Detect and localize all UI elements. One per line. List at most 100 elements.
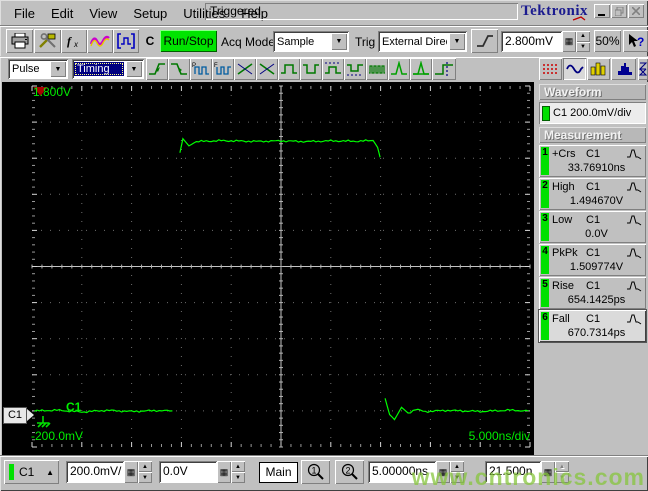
trigger-glitch-pos-button[interactable]: P (190, 58, 212, 80)
trigger-width-pos-button[interactable] (278, 58, 300, 80)
display-xy-button[interactable] (638, 58, 648, 80)
menu-edit[interactable]: Edit (43, 4, 81, 23)
measurement-source: C1 (586, 247, 601, 259)
restore-icon (614, 6, 623, 16)
trigger-spike-neg-button[interactable] (410, 58, 432, 80)
pulse-marker-button[interactable] (113, 29, 139, 53)
trigger-transition-rise-button[interactable] (234, 58, 256, 80)
measurement-name: +Crs (552, 148, 576, 160)
spin-down-icon[interactable]: ▼ (138, 472, 152, 483)
trigger-glitch-neg-button[interactable]: F (212, 58, 234, 80)
measurement-tile[interactable]: 1 +Crs C1 33.76910ns (539, 145, 646, 177)
reference-waveform-button[interactable] (87, 29, 113, 53)
channel-tab-c1[interactable]: C1 (3, 407, 34, 424)
measurement-tile[interactable]: 2 High C1 1.494670V (539, 178, 646, 210)
trigger-spike-pos-button[interactable] (388, 58, 410, 80)
context-help-button[interactable]: ? (623, 30, 648, 52)
trigger-edge-fall-button[interactable] (168, 58, 190, 80)
math-function-button[interactable]: fx (61, 29, 87, 53)
pulse-brackets-icon (117, 33, 135, 49)
vertical-position-spinner[interactable]: ▲ ▼ (231, 461, 245, 483)
measurement-tile[interactable]: 3 Low C1 0.0V (539, 211, 646, 243)
zoom-1-button[interactable]: 1 (301, 460, 330, 484)
measurement-name: High (552, 181, 575, 193)
vertical-position-field[interactable]: 0.0V (159, 461, 217, 483)
menu-setup[interactable]: Setup (125, 4, 175, 23)
spin-up-icon[interactable]: ▲ (138, 461, 152, 472)
waveform-item-label: C1 200.0mV/div (553, 107, 632, 119)
trigger-width-neg-button[interactable] (300, 58, 322, 80)
keypad-button[interactable]: ▦ (541, 461, 555, 483)
keypad-button[interactable]: ▦ (124, 461, 138, 483)
keypad-button[interactable]: ▦ (217, 461, 231, 483)
intensity-mode-icon (590, 62, 605, 76)
minimize-button[interactable] (594, 4, 610, 18)
transition-rise-icon (237, 63, 253, 75)
trigger-type-select[interactable]: Timing ▼ (72, 59, 144, 79)
trigger-class-select[interactable]: Pulse ▼ (8, 59, 68, 79)
delay-field[interactable]: 21.500n (485, 461, 541, 483)
svg-text:1: 1 (311, 466, 316, 476)
spin-down-icon[interactable]: ▼ (555, 472, 569, 483)
width-neg-icon (303, 64, 319, 74)
trigger-slope-button[interactable] (471, 29, 498, 53)
tektronix-logo: Tektronix (521, 3, 589, 21)
timebase-spinner[interactable]: ▲ ▼ (450, 461, 464, 483)
channel-select-button[interactable]: C1 ▲ (4, 460, 59, 484)
spin-down-icon[interactable]: ▼ (231, 472, 245, 483)
print-button[interactable] (6, 29, 33, 53)
magnifier-2-icon: 2 (341, 463, 358, 480)
zoom-2-button[interactable]: 2 (335, 460, 364, 484)
display-intensity-button[interactable] (587, 58, 610, 80)
keypad-button[interactable]: ▦ (562, 31, 576, 52)
chevron-down-icon: ▼ (50, 61, 66, 77)
measurement-tile-selected[interactable]: 6 Fall C1 670.7314ps (539, 310, 646, 342)
magnifier-1-icon: 1 (307, 463, 324, 480)
trigger-level-spinner[interactable]: ▲ ▼ (576, 31, 590, 52)
spin-down-icon[interactable]: ▼ (576, 41, 590, 52)
delay-spinner[interactable]: ▲ ▼ (555, 461, 569, 483)
display-vector-button[interactable] (563, 58, 586, 80)
keypad-icon: ▦ (126, 466, 136, 477)
trigger-runt-neg-button[interactable] (344, 58, 366, 80)
keypad-button[interactable]: ▦ (436, 461, 450, 483)
spin-up-icon[interactable]: ▲ (555, 461, 569, 472)
menu-file[interactable]: File (6, 4, 43, 23)
measurement-index: 5 (542, 279, 548, 290)
run-stop-button[interactable]: Run/Stop (160, 30, 217, 52)
spin-up-icon[interactable]: ▲ (450, 461, 464, 472)
trigger-runt-pos-button[interactable] (322, 58, 344, 80)
set-50-label: 50% (595, 34, 620, 48)
measurement-header: Measurement (539, 127, 646, 143)
vertical-scale-spinner[interactable]: ▲ ▼ (138, 461, 152, 483)
display-dots-button[interactable] (539, 58, 562, 80)
acq-mode-select[interactable]: Sample ▼ (273, 31, 349, 52)
measurement-tile[interactable]: 5 Rise C1 654.1425ps (539, 277, 646, 309)
setup-tools-button[interactable] (34, 29, 61, 53)
measurement-source: C1 (586, 280, 601, 292)
close-button[interactable] (628, 4, 644, 18)
spike-pos-icon (391, 61, 407, 75)
trigger-edge-rise-button[interactable] (146, 58, 168, 80)
measurement-tile[interactable]: 4 PkPk C1 1.509774V (539, 244, 646, 276)
horizontal-mode-indicator: Main (259, 462, 298, 483)
spin-up-icon[interactable]: ▲ (576, 31, 590, 42)
burst-icon (369, 65, 385, 74)
compare-button[interactable]: C (141, 29, 159, 53)
menu-view[interactable]: View (81, 4, 125, 23)
trigger-level-value: 2.800mV (505, 34, 554, 48)
spin-down-icon[interactable]: ▼ (450, 472, 464, 483)
waveform-list-item[interactable]: C1 200.0mV/div (539, 102, 646, 124)
spin-up-icon[interactable]: ▲ (231, 461, 245, 472)
trigger-source-select[interactable]: External Direct ▼ (378, 31, 467, 52)
timebase-field[interactable]: 5.00000ns (368, 461, 436, 483)
chevron-down-icon: ▼ (449, 33, 465, 50)
set-50-percent-button[interactable]: 50% (594, 30, 621, 52)
trigger-setup-hold-button[interactable] (432, 58, 456, 80)
restore-button[interactable] (611, 4, 627, 18)
trigger-level-field[interactable]: 2.800mV (501, 31, 562, 52)
vertical-scale-field[interactable]: 200.0mV/ (66, 461, 124, 483)
display-histogram-button[interactable] (611, 58, 636, 80)
trigger-transition-fall-button[interactable] (256, 58, 278, 80)
trigger-burst-button[interactable] (366, 58, 388, 80)
